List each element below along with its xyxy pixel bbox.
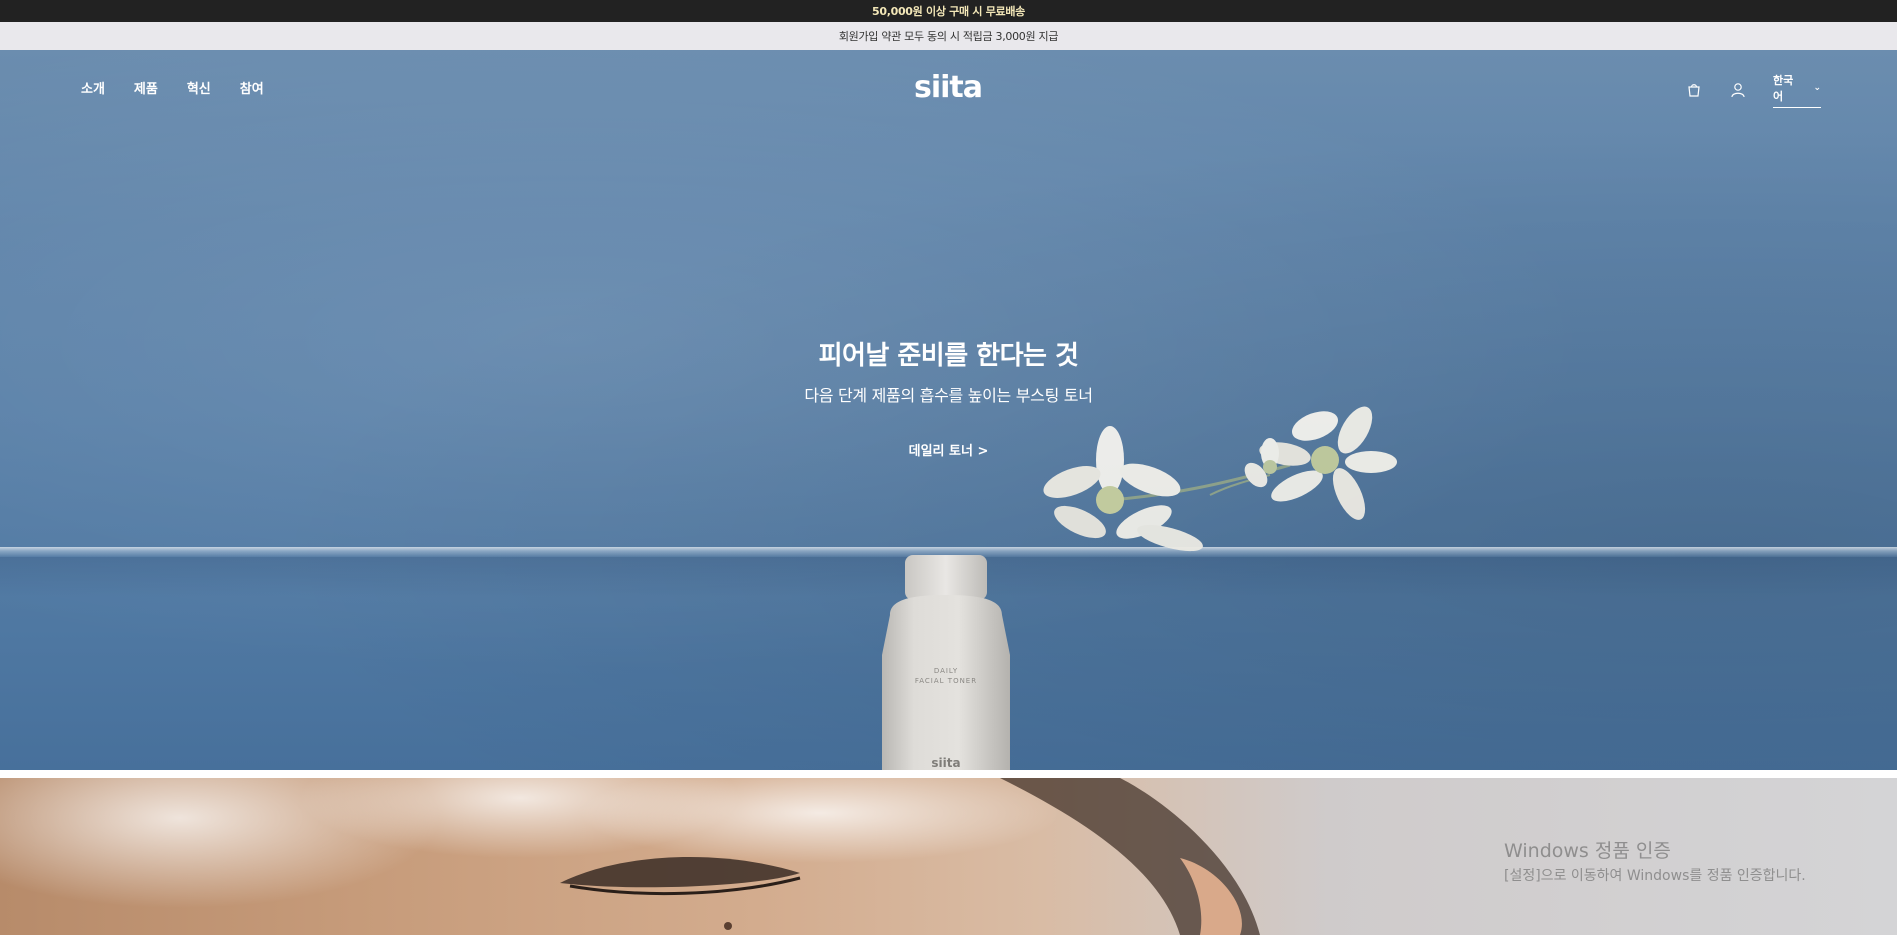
user-icon[interactable] xyxy=(1727,79,1749,101)
language-select[interactable]: 한국어 ⌄ xyxy=(1773,72,1821,108)
nav-links: 소개 제품 혁신 참여 xyxy=(81,78,264,97)
section-divider xyxy=(0,770,1897,778)
bottle-label-facial-toner: FACIAL TONER xyxy=(915,677,977,685)
toner-bottle-image: DAILY FACIAL TONER siita xyxy=(882,555,1010,770)
daily-toner-link[interactable]: 데일리 토너 > xyxy=(909,440,989,459)
windows-activation-watermark: Windows 정품 인증 [설정]으로 이동하여 Windows를 정품 인증… xyxy=(1504,836,1806,885)
signup-reward-notice[interactable]: 회원가입 약관 모두 동의 시 적립금 3,000원 지급 xyxy=(839,28,1059,44)
bottle-brand: siita xyxy=(931,756,960,770)
siita-logo[interactable]: siita xyxy=(900,70,996,104)
nav-link-participate[interactable]: 참여 xyxy=(240,78,264,97)
hero-subtitle: 다음 단계 제품의 흡수를 높이는 부스팅 토너 xyxy=(804,386,1093,405)
hero-copy: 피어날 준비를 한다는 것 다음 단계 제품의 흡수를 높이는 부스팅 토너 데… xyxy=(0,335,1897,459)
free-shipping-notice: 50,000원 이상 구매 시 무료배송 xyxy=(872,5,1025,18)
nav-utilities: 한국어 ⌄ xyxy=(1683,72,1821,108)
watermark-subtitle: [설정]으로 이동하여 Windows를 정품 인증합니다. xyxy=(1504,868,1806,884)
bottle-label-daily: DAILY xyxy=(934,667,958,675)
chevron-down-icon: ⌄ xyxy=(1813,83,1821,93)
watermark-title: Windows 정품 인증 xyxy=(1504,840,1671,862)
logo-text: siita xyxy=(914,70,982,104)
main-nav: 소개 제품 혁신 참여 siita 한국어 ⌄ xyxy=(0,50,1897,124)
nav-link-innovation[interactable]: 혁신 xyxy=(187,78,211,97)
hero-title: 피어날 준비를 한다는 것 xyxy=(818,341,1079,371)
cart-icon[interactable] xyxy=(1683,79,1705,101)
announcement-bar: 50,000원 이상 구매 시 무료배송 xyxy=(0,0,1897,22)
language-label: 한국어 xyxy=(1773,74,1794,103)
nav-link-about[interactable]: 소개 xyxy=(81,78,105,97)
nav-link-products[interactable]: 제품 xyxy=(134,78,158,97)
promo-bar[interactable]: 회원가입 약관 모두 동의 시 적립금 3,000원 지급 xyxy=(0,22,1897,50)
